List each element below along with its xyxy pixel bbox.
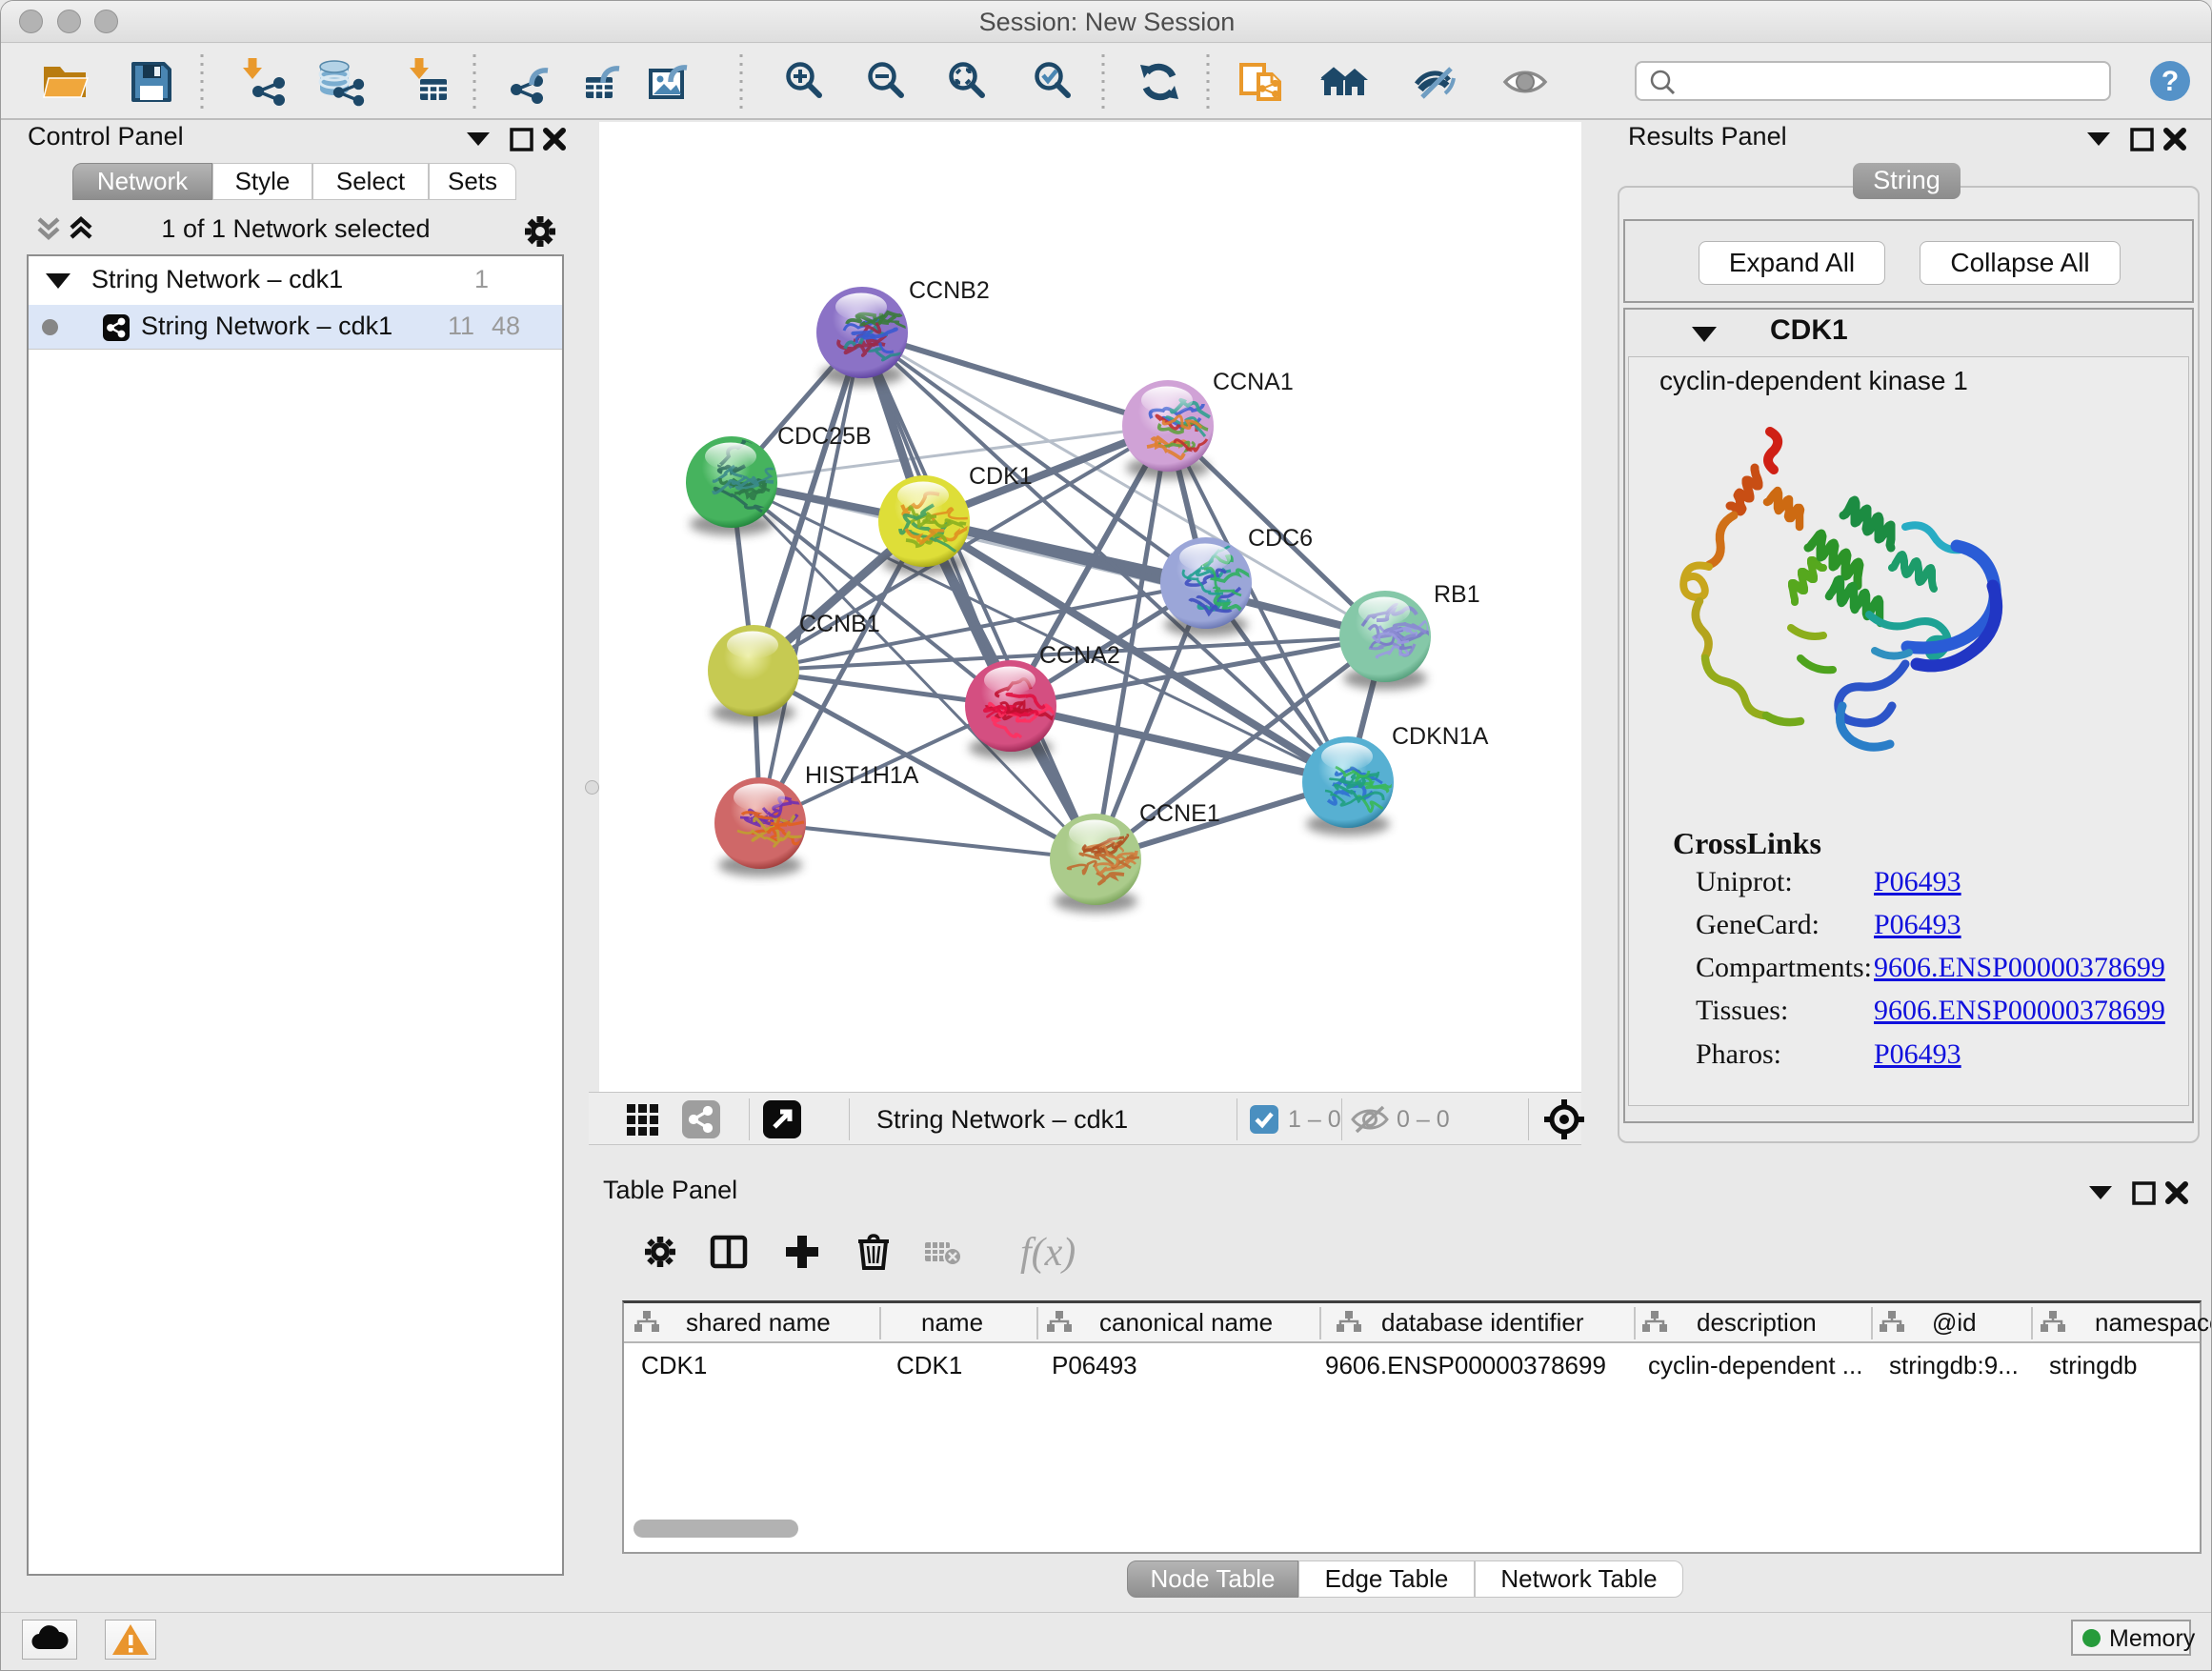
svg-text:f(x): f(x)	[1020, 1231, 1076, 1275]
svg-text:CCNB1: CCNB1	[799, 611, 880, 637]
svg-text:HIST1H1A: HIST1H1A	[805, 762, 919, 789]
svg-text:CCNE1: CCNE1	[1139, 800, 1220, 827]
svg-text:CCNB2: CCNB2	[909, 277, 990, 304]
svg-text:RB1: RB1	[1434, 581, 1480, 608]
svg-text:CDKN1A: CDKN1A	[1392, 723, 1489, 750]
svg-text:CDC6: CDC6	[1248, 525, 1313, 552]
svg-text:CCNA2: CCNA2	[1039, 642, 1120, 669]
svg-text:CDC25B: CDC25B	[777, 423, 872, 450]
svg-text:CCNA1: CCNA1	[1213, 369, 1294, 395]
svg-text:?: ?	[2162, 66, 2179, 97]
svg-text:CDK1: CDK1	[969, 463, 1033, 490]
